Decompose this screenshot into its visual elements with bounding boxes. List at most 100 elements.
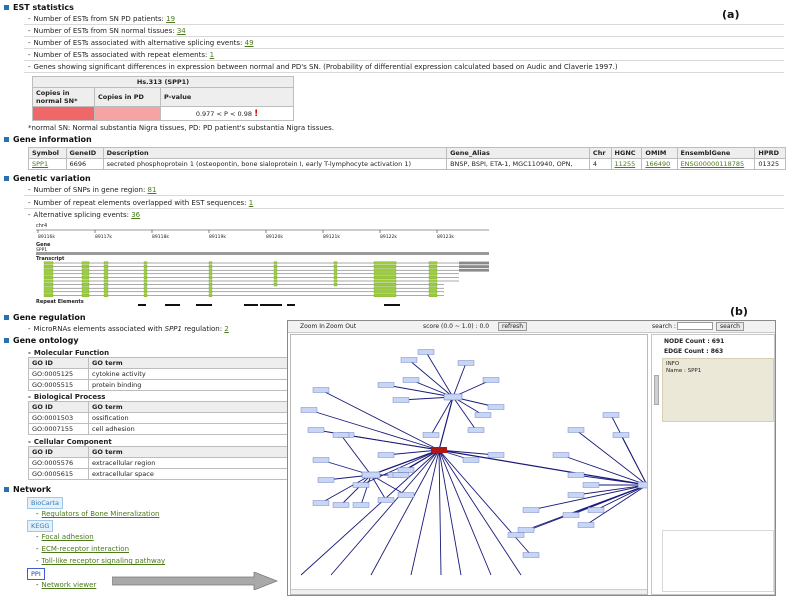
exon-block [273, 268, 278, 272]
network-node[interactable] [587, 507, 605, 513]
network-node[interactable] [567, 492, 585, 498]
network-edge [330, 449, 440, 576]
network-node[interactable] [522, 507, 540, 513]
hub-node[interactable] [361, 471, 381, 479]
go-id-cell: GO:0001503 [28, 412, 89, 424]
network-node[interactable] [392, 397, 410, 403]
network-node[interactable] [332, 502, 350, 508]
utr-block [459, 265, 489, 268]
exon-block [43, 272, 54, 276]
splicing-events-link[interactable]: 36 [131, 211, 140, 219]
est-item-splicing: - Number of ESTs associated with alternat… [28, 39, 254, 47]
snp-count-link[interactable]: 81 [148, 186, 157, 194]
side-scroll-thumb[interactable] [654, 375, 659, 405]
network-node[interactable] [377, 497, 395, 503]
network-node[interactable] [582, 482, 600, 488]
section-bullet-icon [4, 176, 9, 181]
horizontal-scrollbar[interactable] [291, 589, 647, 594]
network-node[interactable] [577, 522, 595, 528]
network-edge [438, 449, 462, 576]
network-node[interactable] [397, 492, 415, 498]
hub-node[interactable] [637, 481, 648, 489]
go-id-cell: GO:0007155 [28, 423, 89, 435]
kegg-focal-adhesion-link[interactable]: Focal adhesion [42, 533, 94, 541]
ruler-tick-label: 89119k [209, 234, 226, 240]
ruler-tick-label: 89121k [323, 234, 340, 240]
info-box: INFO Name : SPP1 [662, 358, 774, 422]
search-button[interactable]: search [716, 322, 744, 331]
est-pd-link[interactable]: 19 [166, 15, 175, 23]
network-node[interactable] [612, 432, 630, 438]
network-node[interactable] [312, 457, 330, 463]
microrna-link[interactable]: 2 [224, 325, 228, 333]
network-node[interactable] [352, 482, 370, 488]
network-node[interactable] [522, 552, 540, 558]
network-node[interactable] [487, 404, 505, 410]
network-node[interactable] [462, 457, 480, 463]
network-node[interactable] [567, 427, 585, 433]
exon-block [428, 290, 438, 294]
gene-info-header: HPRD [754, 147, 786, 159]
zoom-out-button[interactable]: Zoom Out [326, 323, 356, 330]
network-node[interactable] [352, 502, 370, 508]
network-graph[interactable] [291, 335, 648, 595]
network-node[interactable] [400, 357, 418, 363]
biocarta-pathway-link[interactable]: Regulators of Bone Mineralization [42, 510, 160, 518]
hgnc-link[interactable]: 11255 [615, 160, 636, 168]
hub-node[interactable] [443, 393, 463, 401]
zoom-in-button[interactable]: Zoom In [300, 323, 325, 330]
network-edge [438, 449, 522, 576]
network-node[interactable] [552, 452, 570, 458]
exon-block [81, 275, 90, 279]
network-node[interactable] [300, 407, 318, 413]
col-pvalue-header: P-value [160, 87, 294, 107]
exon-block [373, 265, 397, 269]
network-node[interactable] [307, 427, 325, 433]
omim-link[interactable]: 166490 [645, 160, 670, 168]
network-node[interactable] [392, 472, 410, 478]
section-bullet-icon [4, 338, 9, 343]
network-node[interactable] [474, 412, 492, 418]
network-node[interactable] [507, 532, 525, 538]
exon-block [81, 268, 90, 272]
network-node[interactable] [312, 500, 330, 506]
network-node[interactable] [317, 477, 335, 483]
network-node[interactable] [332, 432, 350, 438]
network-node[interactable] [487, 452, 505, 458]
est-repeat-link[interactable]: 1 [210, 51, 214, 59]
network-node[interactable] [402, 377, 420, 383]
network-node[interactable] [467, 427, 485, 433]
network-node[interactable] [312, 387, 330, 393]
network-viewer-link[interactable]: Network viewer [42, 581, 97, 589]
kegg-ecm-link[interactable]: ECM-receptor interaction [42, 545, 130, 553]
network-node[interactable] [457, 360, 475, 366]
expression-table: Hs.313 (SPP1) Copies in normal SN* Copie… [32, 76, 294, 121]
refresh-button[interactable]: refresh [498, 322, 528, 331]
network-node[interactable] [602, 412, 620, 418]
est-splicing-link[interactable]: 49 [245, 39, 254, 47]
network-node[interactable] [567, 472, 585, 478]
network-node[interactable] [377, 452, 395, 458]
network-node[interactable] [397, 467, 415, 473]
exon-block [428, 265, 438, 269]
gene-symbol-link[interactable]: SPP1 [32, 160, 48, 168]
network-node[interactable] [517, 527, 535, 533]
network-canvas[interactable] [290, 334, 648, 595]
network-node[interactable] [377, 382, 395, 388]
network-node[interactable] [422, 432, 440, 438]
network-edge [438, 449, 492, 576]
exon-block [103, 275, 109, 279]
network-node[interactable] [417, 349, 435, 355]
est-normal-link[interactable]: 34 [177, 27, 186, 35]
search-input[interactable] [677, 322, 713, 330]
kegg-toll-link[interactable]: Toll-like receptor signaling pathway [42, 557, 166, 565]
exon-block [373, 290, 397, 294]
spp1-hub-node[interactable] [431, 447, 447, 453]
network-node[interactable] [562, 512, 580, 518]
genome-browser-track[interactable]: chr4 89116k 89117k 89118k 89119k 89120k 89121… [34, 221, 504, 309]
edge-count: EDGE Count : 863 [664, 348, 724, 355]
repeat-overlap-link[interactable]: 1 [249, 199, 253, 207]
ensembl-link[interactable]: ENSG00000118785 [681, 160, 745, 168]
network-node[interactable] [482, 377, 500, 383]
exon-block [273, 272, 278, 276]
